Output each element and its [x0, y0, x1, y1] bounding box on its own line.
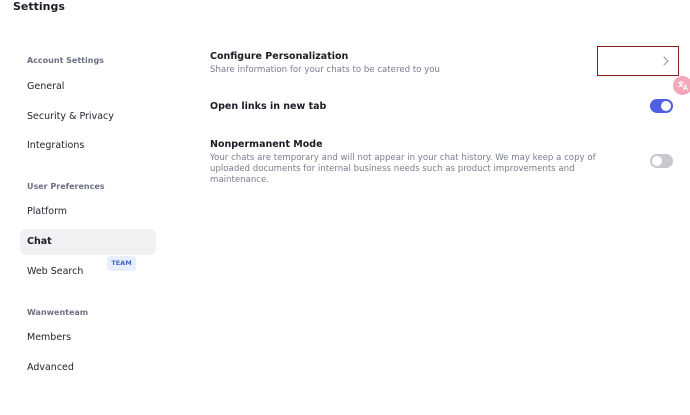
page-title: Settings [13, 0, 65, 13]
section-header-user-preferences: User Preferences [27, 182, 105, 191]
nonpermanent-description-line-3: maintenance. [210, 175, 270, 185]
team-badge: TEAM [107, 256, 136, 271]
personalization-open-button[interactable] [597, 46, 679, 76]
sidebar-item-members[interactable]: Members [20, 325, 156, 351]
open-links-toggle[interactable] [650, 99, 673, 113]
sidebar-item-platform[interactable]: Platform [20, 199, 156, 225]
section-header-account-settings: Account Settings [27, 56, 104, 65]
sidebar-item-integrations[interactable]: Integrations [20, 133, 156, 159]
toggle-knob [661, 101, 671, 111]
toggle-knob [652, 156, 662, 166]
translate-icon[interactable] [673, 76, 690, 95]
chevron-right-icon [663, 56, 669, 66]
nonpermanent-description-line-2: uploaded documents for internal business… [210, 164, 575, 174]
nonpermanent-title: Nonpermanent Mode [210, 139, 323, 150]
open-links-title: Open links in new tab [210, 101, 327, 112]
translate-glyph-icon [678, 80, 688, 91]
settings-page: Settings Account Settings General Securi… [0, 0, 690, 415]
personalization-title: Configure Personalization [210, 51, 349, 62]
sidebar-item-chat[interactable]: Chat [20, 229, 156, 255]
sidebar-item-general[interactable]: General [20, 74, 156, 100]
sidebar-item-advanced[interactable]: Advanced [20, 355, 156, 381]
sidebar-item-security-privacy[interactable]: Security & Privacy [20, 104, 156, 130]
personalization-description: Share information for your chats to be c… [210, 65, 440, 75]
nonpermanent-toggle[interactable] [650, 154, 673, 168]
section-header-wanwenteam: Wanwenteam [27, 308, 89, 317]
nonpermanent-description-line-1: Your chats are temporary and will not ap… [210, 153, 596, 163]
